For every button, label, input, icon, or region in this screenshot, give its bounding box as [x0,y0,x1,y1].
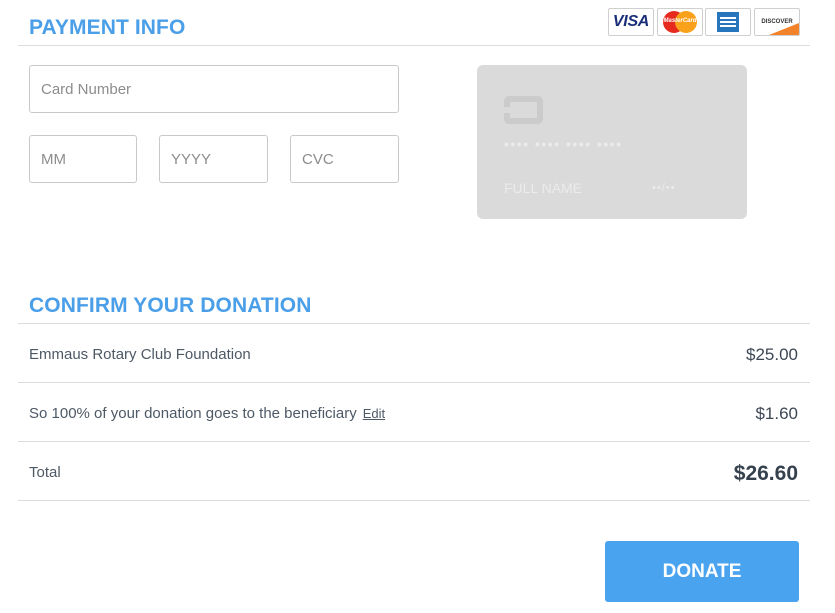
donate-button[interactable]: DONATE [605,541,799,602]
payment-info-title: PAYMENT INFO [29,16,186,39]
discover-logo-text: DISCOVER [761,19,793,25]
card-preview-number: •••• •••• •••• •••• [504,136,623,152]
edit-fee-link[interactable]: Edit [363,406,385,421]
fee-row: So 100% of your donation goes to the ben… [29,405,385,422]
fee-label: So 100% of your donation goes to the ben… [29,405,357,422]
donation-divider [18,323,810,324]
foundation-amount: $25.00 [746,345,798,364]
card-preview-name: FULL NAME [504,180,583,196]
amex-logo-icon [705,8,751,36]
total-label: Total [29,464,61,481]
total-divider [18,500,810,501]
payment-divider [18,45,810,46]
discover-logo-icon: DISCOVER [754,8,800,36]
row-divider [18,382,810,383]
mastercard-logo-icon: MasterCard [657,8,703,36]
foundation-label: Emmaus Rotary Club Foundation [29,346,251,363]
card-preview-expiry: ••/•• [652,182,676,194]
mastercard-logo-text: MasterCard [663,18,697,24]
visa-logo-text: VISA [612,13,650,30]
row-divider [18,441,810,442]
cvc-input[interactable] [290,135,399,183]
expiry-year-input[interactable] [159,135,268,183]
fee-amount: $1.60 [755,404,798,423]
card-preview: •••• •••• •••• •••• FULL NAME ••/•• [477,65,747,219]
expiry-month-input[interactable] [29,135,137,183]
total-amount: $26.60 [733,462,798,485]
confirm-donation-title: CONFIRM YOUR DONATION [29,294,312,317]
card-number-input[interactable] [29,65,399,113]
visa-logo-icon: VISA [608,8,654,36]
card-chip-icon [504,96,543,124]
